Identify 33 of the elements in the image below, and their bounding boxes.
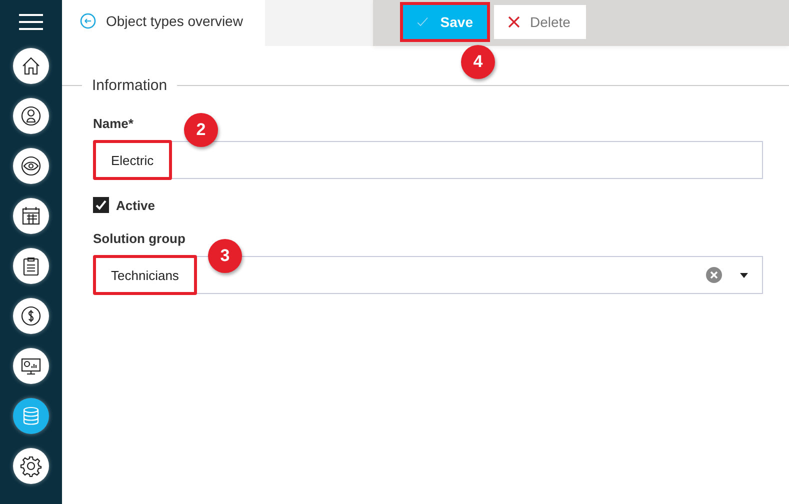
- section-title: Information: [82, 76, 178, 94]
- nav-button[interactable]: [13, 348, 49, 384]
- dropdown-caret-icon[interactable]: [740, 272, 748, 278]
- person-icon: [20, 105, 42, 127]
- clear-icon[interactable]: [706, 267, 722, 283]
- breadcrumb-link[interactable]: Object types overview: [106, 13, 243, 29]
- checkbox-label: Active: [116, 198, 156, 212]
- field-label: Name*: [93, 116, 134, 131]
- calendar-icon: [20, 205, 42, 227]
- name-field[interactable]: Electric: [93, 141, 763, 179]
- field-value: Electric: [93, 140, 172, 180]
- field-value: Technicians: [93, 255, 197, 295]
- menu-icon[interactable]: [19, 14, 43, 30]
- nav-button[interactable]: [13, 398, 49, 434]
- eye-icon: [20, 155, 42, 177]
- nav-button[interactable]: [13, 98, 49, 134]
- nav-button[interactable]: [13, 148, 49, 184]
- nav-button[interactable]: [13, 298, 49, 334]
- nav-button[interactable]: [13, 48, 49, 84]
- field-label: Solution group: [93, 231, 186, 246]
- nav-button[interactable]: [13, 448, 49, 484]
- checkmark-icon: [417, 15, 428, 29]
- home-icon: [20, 55, 42, 77]
- callout-badge: 2: [184, 113, 218, 147]
- settings-icon: [20, 455, 42, 477]
- checkbox[interactable]: [93, 197, 109, 213]
- delete-button[interactable]: Delete: [494, 5, 586, 39]
- nav-button[interactable]: [13, 198, 49, 234]
- nav-button[interactable]: [13, 248, 49, 284]
- callout-badge: 3: [208, 239, 242, 273]
- close-icon: [508, 16, 520, 28]
- callout-badge: 4: [461, 45, 495, 79]
- dollar-icon: [20, 305, 42, 327]
